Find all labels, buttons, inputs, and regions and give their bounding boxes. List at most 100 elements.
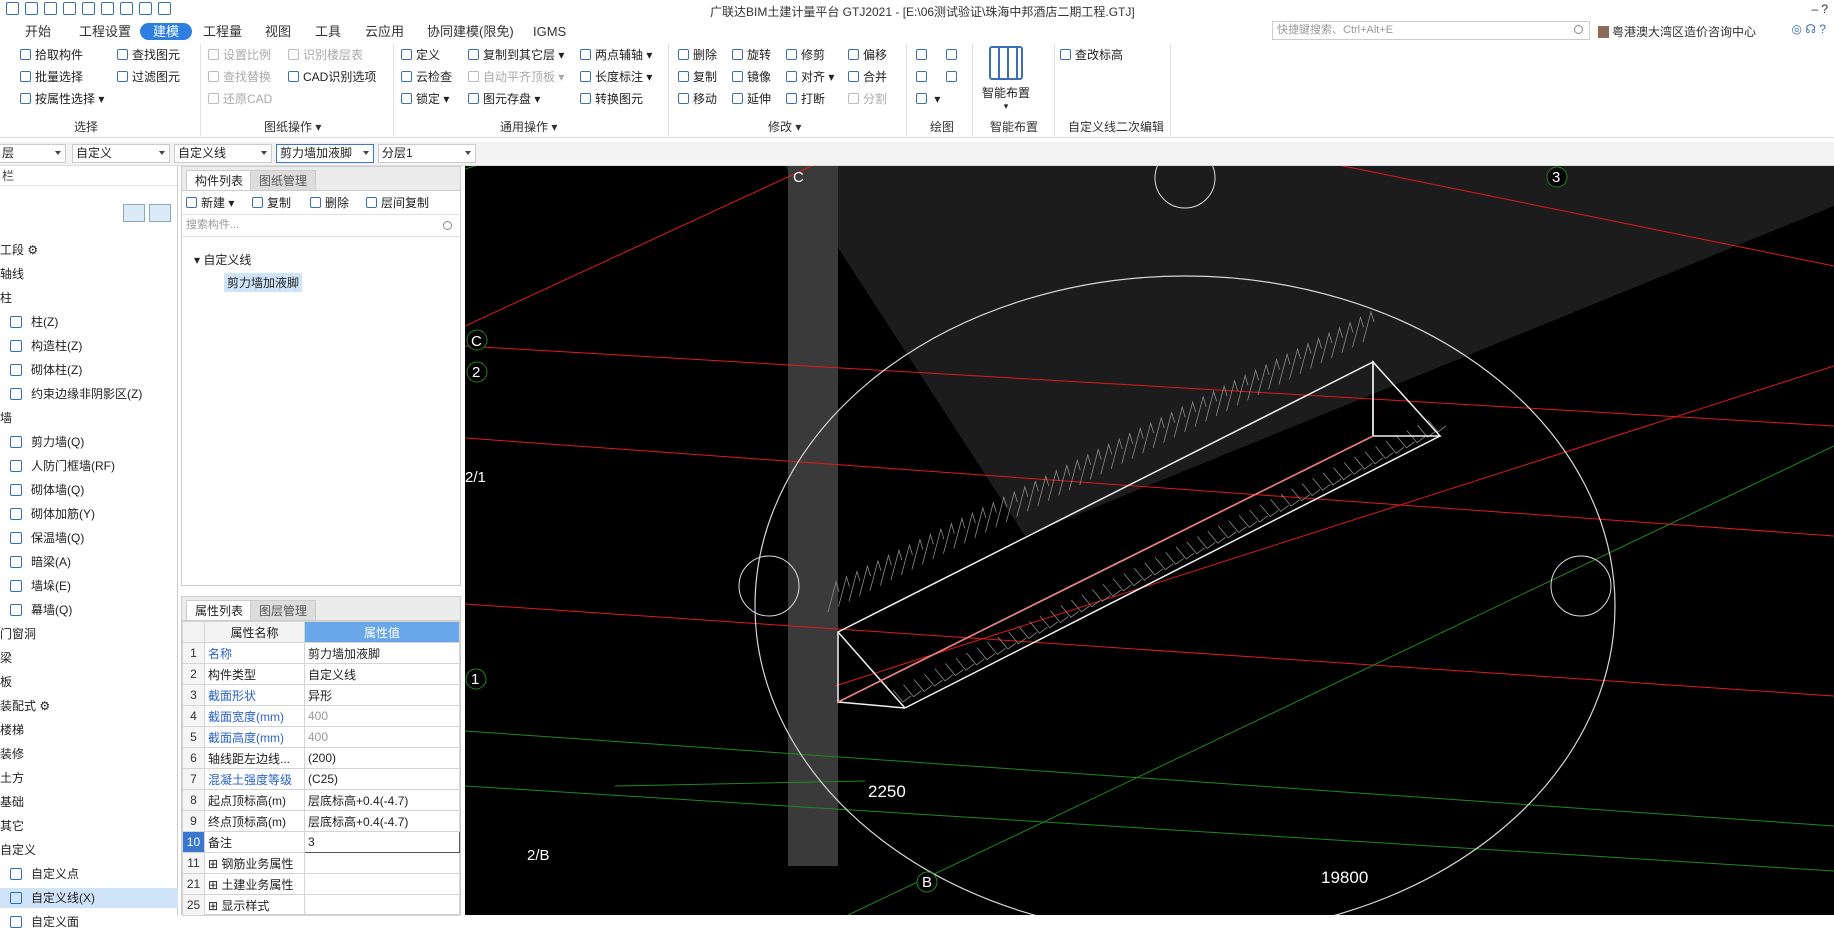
- undo-icon[interactable]: [82, 2, 95, 15]
- sidebar-item[interactable]: 约束边缘非阴影区(Z): [0, 384, 178, 404]
- table-row[interactable]: 25 ⊞ 显示样式: [182, 894, 460, 916]
- table-row[interactable]: 5 截面高度(mm) 400: [182, 726, 460, 748]
- sidebar-item[interactable]: 梁: [0, 648, 178, 668]
- sidebar-item[interactable]: 基础: [0, 792, 178, 812]
- property-value[interactable]: 自定义线: [304, 663, 460, 685]
- grid-icon[interactable]: [139, 2, 152, 15]
- table-row[interactable]: 9 终点顶标高(m) 层底标高+0.4(-4.7): [182, 810, 460, 832]
- table-row[interactable]: 8 起点顶标高(m) 层底标高+0.4(-4.7): [182, 789, 460, 811]
- mirror-button[interactable]: 镜像: [732, 68, 771, 86]
- table-row[interactable]: 7 混凝土强度等级 (C25): [182, 768, 460, 790]
- sidebar-item[interactable]: 自定义面: [0, 912, 178, 932]
- sidebar-item[interactable]: 人防门框墙(RF): [0, 456, 178, 476]
- move-button[interactable]: 移动: [678, 90, 717, 108]
- set-scale-button[interactable]: 设置比例: [208, 46, 271, 64]
- sidebar-item[interactable]: 构造柱(Z): [0, 336, 178, 356]
- extend-button[interactable]: 延伸: [732, 90, 771, 108]
- property-value[interactable]: 剪力墙加液脚: [304, 642, 460, 664]
- split-button[interactable]: 分割: [848, 90, 887, 108]
- component-select[interactable]: 剪力墙加液脚: [276, 144, 374, 163]
- table-row[interactable]: 10 备注 3: [182, 831, 460, 853]
- sidebar-item[interactable]: 砌体柱(Z): [0, 360, 178, 380]
- edit-elevation-button[interactable]: 查改标高: [1060, 46, 1123, 64]
- redo-icon[interactable]: [101, 2, 114, 15]
- property-value[interactable]: (C25): [304, 768, 460, 790]
- report-icon[interactable]: [158, 2, 171, 15]
- offset-button[interactable]: 偏移: [848, 46, 887, 64]
- tab-component-list[interactable]: 构件列表: [186, 170, 253, 190]
- tab-tools[interactable]: 工具: [310, 23, 346, 40]
- table-row[interactable]: 1 名称 剪力墙加液脚: [182, 642, 460, 664]
- sidebar-item[interactable]: 土方: [0, 768, 178, 788]
- table-row[interactable]: 6 轴线距左边线... (200): [182, 747, 460, 769]
- tab-view[interactable]: 视图: [260, 23, 296, 40]
- open-file-icon[interactable]: [44, 2, 57, 15]
- delete-component-button[interactable]: 删除: [310, 194, 349, 212]
- sidebar-item[interactable]: 其它: [0, 816, 178, 836]
- property-value[interactable]: 400: [304, 726, 460, 748]
- sidebar-item[interactable]: 板: [0, 672, 178, 692]
- tab-modeling[interactable]: 建模: [140, 23, 193, 40]
- tab-igms[interactable]: IGMS: [528, 23, 571, 40]
- new-file-icon[interactable]: [25, 2, 38, 15]
- pick-component-button[interactable]: 拾取构件: [20, 46, 83, 64]
- two-point-axis-button[interactable]: 两点辅轴 ▾: [580, 46, 652, 64]
- sidebar-item[interactable]: 装配式 ⚙: [0, 696, 178, 716]
- auto-flush-button[interactable]: 自动平齐顶板 ▾: [468, 68, 564, 86]
- draw-point-button[interactable]: [916, 46, 931, 64]
- sidebar-item[interactable]: 自定义线(X): [0, 888, 178, 908]
- cloud-check-button[interactable]: 云检查: [401, 68, 452, 86]
- tree-node-selected[interactable]: 剪力墙加液脚: [224, 273, 303, 292]
- batch-select-button[interactable]: 批量选择: [20, 68, 83, 86]
- property-value[interactable]: 3: [304, 831, 460, 853]
- identify-floor-button[interactable]: 识别楼层表: [288, 46, 363, 64]
- copy-to-floor-button[interactable]: 复制到其它层 ▾: [468, 46, 564, 64]
- draw-arc-button[interactable]: [946, 46, 961, 64]
- minimize-button[interactable]: – ?: [1811, 2, 1828, 16]
- trim-button[interactable]: 修剪: [786, 46, 825, 64]
- new-component-button[interactable]: 新建 ▾: [186, 194, 234, 212]
- table-row[interactable]: 3 截面形状 异形: [182, 684, 460, 706]
- filter-element-button[interactable]: 过滤图元: [117, 68, 180, 86]
- sidebar-item[interactable]: 保温墙(Q): [0, 528, 178, 548]
- merge-button[interactable]: 合并: [848, 68, 887, 86]
- table-row[interactable]: 2 构件类型 自定义线: [182, 663, 460, 685]
- tab-cloud[interactable]: 云应用: [360, 23, 409, 40]
- sidebar-item[interactable]: 工段 ⚙: [0, 240, 178, 260]
- sidebar-item[interactable]: 剪力墙(Q): [0, 432, 178, 452]
- property-value[interactable]: [304, 873, 460, 895]
- sum-icon[interactable]: [120, 2, 133, 15]
- quick-search-input[interactable]: 快捷键搜索、Ctrl+Alt+E: [1272, 21, 1590, 40]
- property-value[interactable]: 400: [304, 705, 460, 727]
- sidebar-item[interactable]: 装修: [0, 744, 178, 764]
- sidebar-item[interactable]: 柱(Z): [0, 312, 178, 332]
- sidebar-item[interactable]: 轴线: [0, 264, 178, 284]
- copy-component-button[interactable]: 复制: [252, 194, 291, 212]
- layer-select[interactable]: 分层1: [378, 144, 476, 163]
- delete-button[interactable]: 删除: [678, 46, 717, 64]
- tab-drawing-manage[interactable]: 图纸管理: [250, 170, 317, 190]
- draw-rect-button[interactable]: [946, 68, 961, 86]
- sidebar-item[interactable]: 砌体墙(Q): [0, 480, 178, 500]
- table-row[interactable]: 4 截面宽度(mm) 400: [182, 705, 460, 727]
- property-value[interactable]: [304, 852, 460, 874]
- convert-element-button[interactable]: 转换图元: [580, 90, 643, 108]
- subtype-select[interactable]: 自定义线: [174, 144, 272, 163]
- tab-layer-manage[interactable]: 图层管理: [250, 600, 317, 620]
- tile-view-icon[interactable]: [149, 204, 171, 222]
- save-icon[interactable]: [63, 2, 76, 15]
- draw-line-button[interactable]: [916, 68, 931, 86]
- property-value[interactable]: (200): [304, 747, 460, 769]
- property-value[interactable]: [304, 894, 460, 916]
- sidebar-item[interactable]: 门窗洞: [0, 624, 178, 644]
- sidebar-item[interactable]: 自定义点: [0, 864, 178, 884]
- sidebar-item[interactable]: 墙: [0, 408, 178, 428]
- list-view-icon[interactable]: [123, 204, 145, 222]
- draw-curve-button[interactable]: ▾: [916, 90, 940, 108]
- select-by-attr-button[interactable]: 按属性选择 ▾: [20, 90, 104, 108]
- copy-button[interactable]: 复制: [678, 68, 717, 86]
- table-row[interactable]: 11 ⊞ 钢筋业务属性: [182, 852, 460, 874]
- break-button[interactable]: 打断: [786, 90, 825, 108]
- sidebar-item[interactable]: 楼梯: [0, 720, 178, 740]
- sidebar-item[interactable]: 自定义: [0, 840, 178, 860]
